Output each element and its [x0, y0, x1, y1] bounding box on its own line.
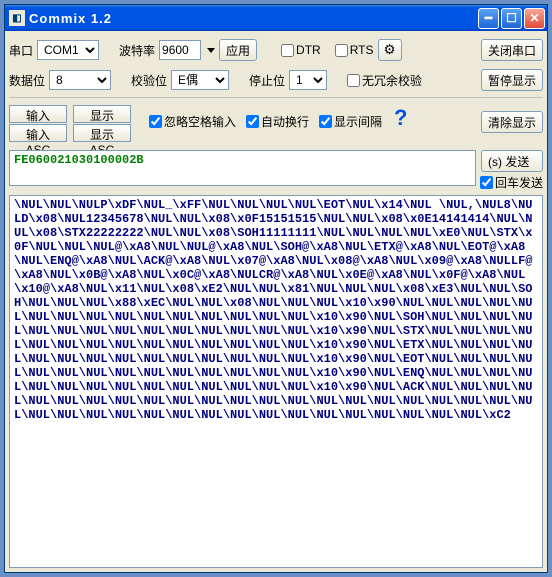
send-area: FE060021030100002B (s) 发送 回车发送 [9, 150, 543, 191]
row-databits: 数据位 8 校验位 E偶 停止位 1 无冗余校验 暂停显示 [9, 69, 543, 91]
maximize-button[interactable]: ☐ [501, 8, 522, 29]
app-window: ◧ Commix 1.2 ━ ☐ ✕ 串口 COM1 波特率 应用 DTR RT… [4, 4, 548, 573]
databits-select[interactable]: 8 [49, 70, 111, 90]
close-button[interactable]: ✕ [524, 8, 545, 29]
auto-wrap-checkbox[interactable]: 自动换行 [246, 113, 309, 130]
port-select[interactable]: COM1 [37, 40, 99, 60]
apply-button[interactable]: 应用 [219, 39, 257, 61]
baud-label: 波特率 [119, 42, 155, 59]
show-hex-button[interactable]: 显示HEX [73, 105, 131, 123]
noredundant-checkbox[interactable]: 无冗余校验 [347, 72, 422, 89]
baud-input[interactable] [159, 40, 201, 60]
rts-checkbox[interactable]: RTS [335, 43, 374, 57]
parity-label: 校验位 [131, 72, 167, 89]
output-area[interactable]: \NUL\NUL\NULP\xDF\NUL_\xFF\NUL\NUL\NUL\N… [9, 195, 543, 568]
client-area: 串口 COM1 波特率 应用 DTR RTS ⚙ 关闭串口 数据位 8 校验位 … [5, 31, 547, 572]
help-button[interactable]: ? [388, 105, 413, 131]
input-asc-button[interactable]: 输入ASC [9, 124, 67, 142]
minimize-button[interactable]: ━ [478, 8, 499, 29]
databits-label: 数据位 [9, 72, 45, 89]
app-icon: ◧ [9, 10, 25, 26]
close-port-button[interactable]: 关闭串口 [481, 39, 543, 61]
clear-display-button[interactable]: 清除显示 [481, 111, 543, 133]
show-asc-button[interactable]: 显示ASC [73, 124, 131, 142]
window-buttons: ━ ☐ ✕ [478, 8, 545, 29]
baud-dropdown-icon[interactable] [207, 48, 215, 53]
dtr-checkbox[interactable]: DTR [281, 43, 321, 57]
enter-send-checkbox[interactable]: 回车发送 [480, 174, 543, 191]
show-mode-col: 显示HEX 显示ASC [73, 105, 131, 142]
send-col: (s) 发送 回车发送 [480, 150, 543, 191]
send-input[interactable]: FE060021030100002B [9, 150, 476, 186]
divider [9, 97, 543, 99]
port-label: 串口 [9, 42, 33, 59]
stopbits-select[interactable]: 1 [289, 70, 327, 90]
row-options: 输入HEX 输入ASC 显示HEX 显示ASC 忽略空格输入 自动换行 显示间隔… [9, 105, 543, 142]
titlebar: ◧ Commix 1.2 ━ ☐ ✕ [5, 5, 547, 31]
input-mode-col: 输入HEX 输入ASC [9, 105, 67, 142]
pause-display-button[interactable]: 暂停显示 [481, 69, 543, 91]
stopbits-label: 停止位 [249, 72, 285, 89]
row-port: 串口 COM1 波特率 应用 DTR RTS ⚙ 关闭串口 [9, 39, 543, 61]
parity-select[interactable]: E偶 [171, 70, 229, 90]
send-button[interactable]: (s) 发送 [481, 150, 543, 172]
show-gap-checkbox[interactable]: 显示间隔 [319, 113, 382, 130]
ignore-space-checkbox[interactable]: 忽略空格输入 [149, 113, 236, 130]
input-hex-button[interactable]: 输入HEX [9, 105, 67, 123]
config-icon-button[interactable]: ⚙ [378, 39, 402, 61]
window-title: Commix 1.2 [29, 11, 478, 26]
